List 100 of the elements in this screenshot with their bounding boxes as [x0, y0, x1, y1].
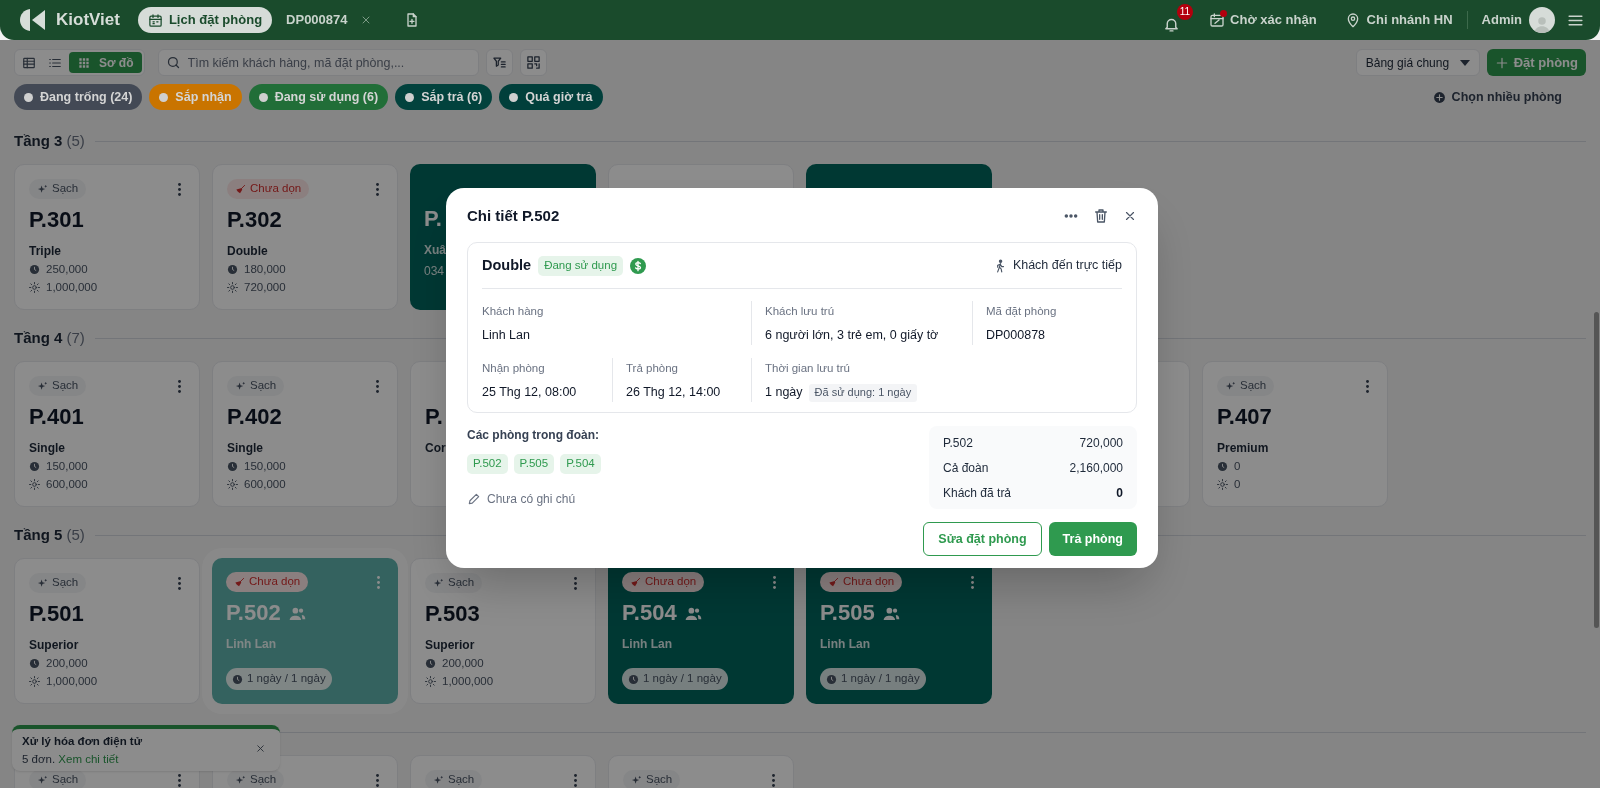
group-room-tag[interactable]: P.502	[467, 454, 508, 474]
room-menu-button[interactable]	[574, 773, 577, 787]
delete-button[interactable]	[1093, 208, 1109, 224]
filter-icon	[491, 55, 507, 70]
room-menu-button[interactable]	[773, 575, 776, 589]
field-label: Thời gian lưu trú	[765, 361, 851, 376]
user-name: Admin	[1481, 11, 1522, 30]
room-number: P.501	[29, 601, 84, 627]
kebab-menu-icon	[376, 182, 379, 196]
calendar-icon	[147, 12, 163, 28]
room-menu-button[interactable]	[178, 773, 181, 787]
notification-count: 11	[1176, 4, 1194, 20]
room-menu-button[interactable]	[971, 575, 974, 589]
grid-icon	[77, 55, 91, 70]
stay-used-badge: Đã sử dụng: 1 ngày	[808, 383, 918, 402]
tab[interactable]: DP000874	[278, 7, 380, 33]
sun-icon	[227, 282, 238, 294]
field-value: 6 người lớn, 3 trẻ em, 0 giấy tờ	[765, 327, 939, 345]
room-number: P.407	[1217, 404, 1272, 430]
group-room-tag[interactable]: P.504	[560, 454, 601, 474]
sun-icon	[29, 282, 40, 294]
room-number: P.503	[425, 601, 480, 627]
stay-duration-pill: 1 ngày / 1 ngày	[820, 668, 926, 690]
group-rooms-label: Các phòng trong đoàn:	[467, 427, 600, 444]
status-badge: Đang sử dụng	[538, 255, 624, 276]
caret-icon	[1459, 59, 1470, 66]
room-menu-button[interactable]	[1366, 379, 1369, 393]
room-card[interactable]: Sạch P.402 Single 150,000 600,000	[212, 361, 398, 507]
price-list-dropdown[interactable]: Bảng giá chung	[1355, 49, 1480, 76]
scrollbar-thumb[interactable]	[1594, 312, 1599, 628]
pending-button[interactable]: Chờ xác nhận	[1209, 10, 1317, 30]
book-room-button[interactable]: Đặt phòng	[1486, 49, 1586, 76]
clock-icon	[227, 461, 238, 473]
cleaning-status-badge: Sạch	[425, 573, 483, 593]
sparkle-icon	[235, 380, 246, 392]
clock-icon	[29, 461, 40, 473]
select-multiple-button[interactable]: Chọn nhiều phòng	[1432, 87, 1562, 107]
broom-icon	[630, 576, 641, 588]
kebab-menu-icon	[574, 576, 577, 590]
group-room-tag[interactable]: P.505	[513, 454, 555, 474]
cleaning-status-badge: Sạch	[425, 770, 483, 788]
room-card[interactable]: Sạch P.401 Single 150,000 600,000	[14, 361, 200, 507]
room-menu-button[interactable]	[178, 576, 181, 590]
sparkle-icon	[433, 774, 444, 786]
clock-icon	[232, 673, 243, 685]
qr-code-button[interactable]	[519, 49, 547, 76]
room-price: 200,000	[46, 656, 88, 671]
room-type: Double	[482, 255, 532, 275]
room-card[interactable]: Sạch P.503 Superior 200,000 1,000,000	[410, 558, 596, 704]
room-card[interactable]: Chưa dọn P.502 Linh Lan 1 ngày / 1 ngày	[212, 558, 398, 704]
view-mode-button[interactable]: Sơ đồ	[69, 52, 142, 73]
toast-link[interactable]: Xem chi tiết	[58, 753, 119, 765]
kebab-menu-icon	[971, 575, 974, 589]
status-filter-chip[interactable]: Đang sử dụng (6)	[248, 84, 389, 110]
room-card[interactable]: Sạch P.501 Superior 200,000 1,000,000	[14, 558, 200, 704]
status-filter-chip[interactable]: Sắp nhận	[149, 84, 242, 110]
room-card[interactable]: Chưa dọn P.302 Double 180,000 720,000	[212, 164, 398, 310]
filter-button[interactable]	[485, 49, 513, 76]
search-field[interactable]: Tìm kiếm khách hàng, mã đặt phòng,...	[157, 49, 479, 76]
clock-icon	[425, 658, 436, 670]
search-icon	[165, 55, 181, 70]
edit-booking-button[interactable]: Sửa đặt phòng	[923, 522, 1042, 556]
room-type: Single	[227, 440, 263, 457]
sun-icon	[227, 479, 238, 491]
room-menu-button[interactable]	[376, 379, 379, 393]
checkout-button[interactable]: Trả phòng	[1048, 522, 1137, 556]
status-filter-chip[interactable]: Đang trống (24)	[14, 84, 143, 110]
sun-icon	[425, 676, 436, 688]
status-filter-chip[interactable]: Quá giờ trả	[499, 84, 603, 110]
branch-button[interactable]: Chi nhánh HN	[1344, 10, 1453, 30]
room-menu-button[interactable]	[772, 773, 775, 787]
room-menu-button[interactable]	[178, 182, 181, 196]
room-price: 600,000	[244, 477, 286, 493]
room-price: 200,000	[442, 656, 484, 671]
note-field[interactable]: Chưa có ghi chú	[467, 490, 929, 508]
avatar[interactable]	[1529, 7, 1555, 33]
notifications-button[interactable]: 11	[1163, 4, 1194, 36]
clock-icon	[628, 673, 639, 685]
close-button[interactable]	[1123, 209, 1137, 223]
plus-circle-icon	[1432, 90, 1446, 104]
guest-name: Linh Lan	[622, 636, 672, 653]
room-menu-button[interactable]	[178, 379, 181, 393]
status-filter-chip[interactable]: Sắp trả (6)	[395, 84, 493, 110]
room-card[interactable]: Sạch P.301 Triple 250,000 1,000,000	[14, 164, 200, 310]
room-menu-button[interactable]	[376, 182, 379, 196]
field-label: Khách lưu trú	[765, 304, 836, 319]
broom-icon	[235, 183, 246, 195]
room-card[interactable]: Sạch	[608, 755, 794, 788]
room-card[interactable]: Sạch	[410, 755, 596, 788]
arrival-type: Khách đến trực tiếp	[1012, 257, 1122, 275]
sun-icon	[1217, 479, 1228, 491]
tab[interactable]: Lịch đặt phòng	[137, 7, 273, 33]
sparkle-icon	[433, 577, 444, 589]
guest-name: Linh Lan	[820, 636, 870, 653]
room-card[interactable]: Sạch P.407 Premium 0 0	[1202, 361, 1388, 507]
total-value: 0	[1116, 484, 1123, 502]
room-menu-button[interactable]	[376, 773, 379, 787]
close-button[interactable]	[255, 743, 266, 754]
room-menu-button[interactable]	[574, 576, 577, 590]
total-value: 2,160,000	[1069, 459, 1123, 477]
